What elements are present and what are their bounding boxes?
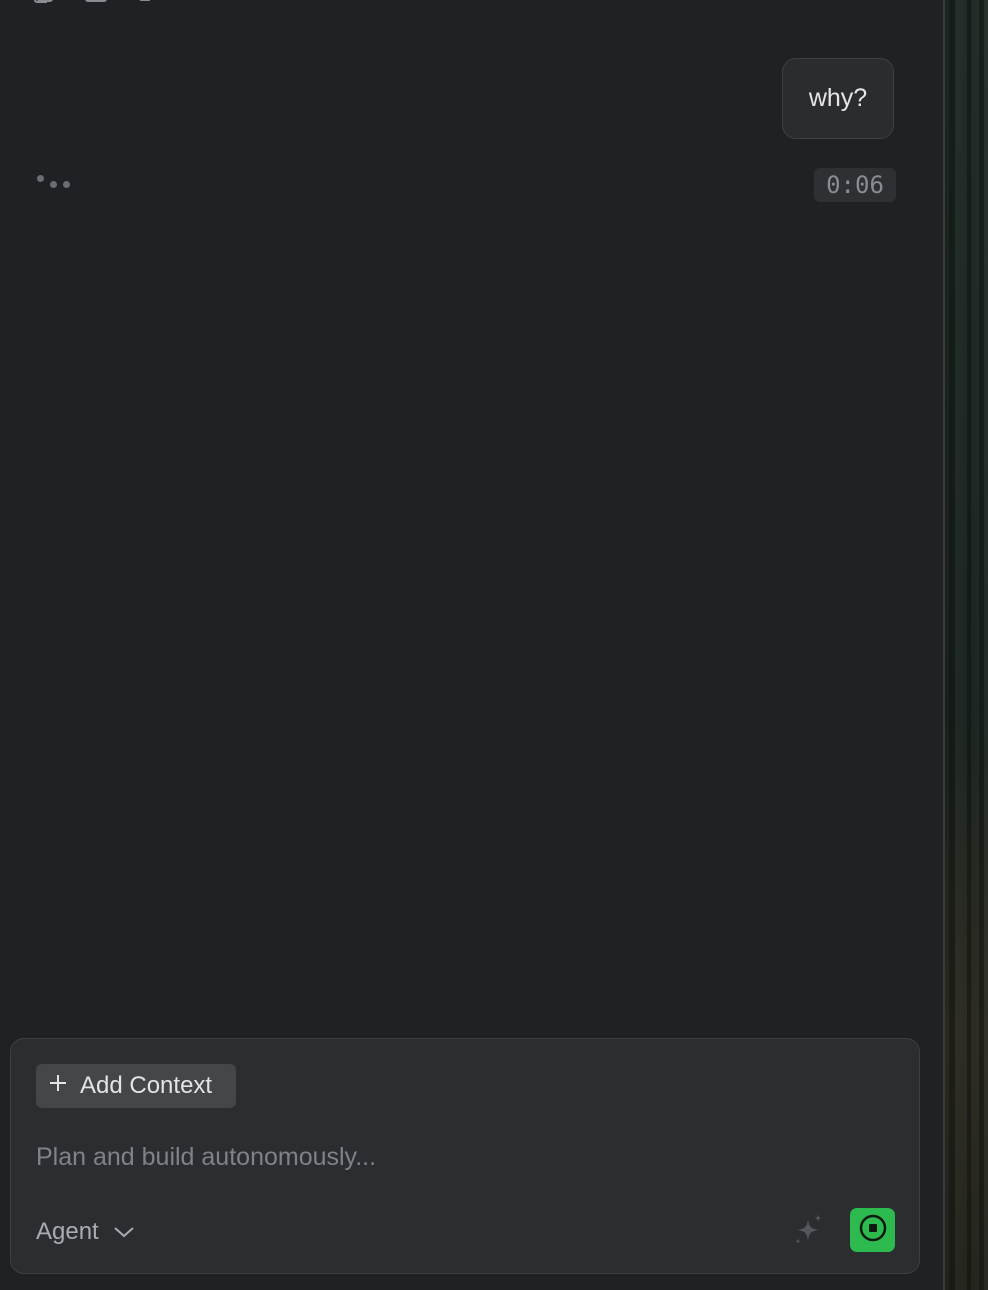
user-message-text: why? <box>808 84 868 112</box>
plus-icon <box>48 1072 68 1100</box>
stop-icon <box>858 1213 888 1248</box>
stop-button[interactable] <box>850 1208 895 1252</box>
user-message-bubble: why? <box>782 58 894 139</box>
composer: Add Context Agent <box>10 1038 920 1274</box>
prompt-input[interactable] <box>36 1135 876 1179</box>
sparkle-icon[interactable] <box>791 1213 825 1247</box>
add-context-label: Add Context <box>80 1072 213 1099</box>
thumbs-down-icon[interactable] <box>134 0 158 10</box>
copy-icon[interactable] <box>34 0 58 10</box>
mode-selector[interactable]: Agent <box>36 1214 135 1250</box>
elapsed-timer: 0:06 <box>814 168 896 202</box>
background-window-edge <box>945 0 988 1290</box>
message-actions <box>34 0 158 10</box>
chevron-down-icon <box>113 1218 135 1246</box>
mode-label: Agent <box>36 1218 99 1245</box>
typing-indicator <box>36 174 76 190</box>
duplicate-icon[interactable] <box>84 0 108 10</box>
chat-panel: why? 0:06 Add Context Agent <box>0 0 943 1290</box>
add-context-button[interactable]: Add Context <box>36 1064 236 1108</box>
